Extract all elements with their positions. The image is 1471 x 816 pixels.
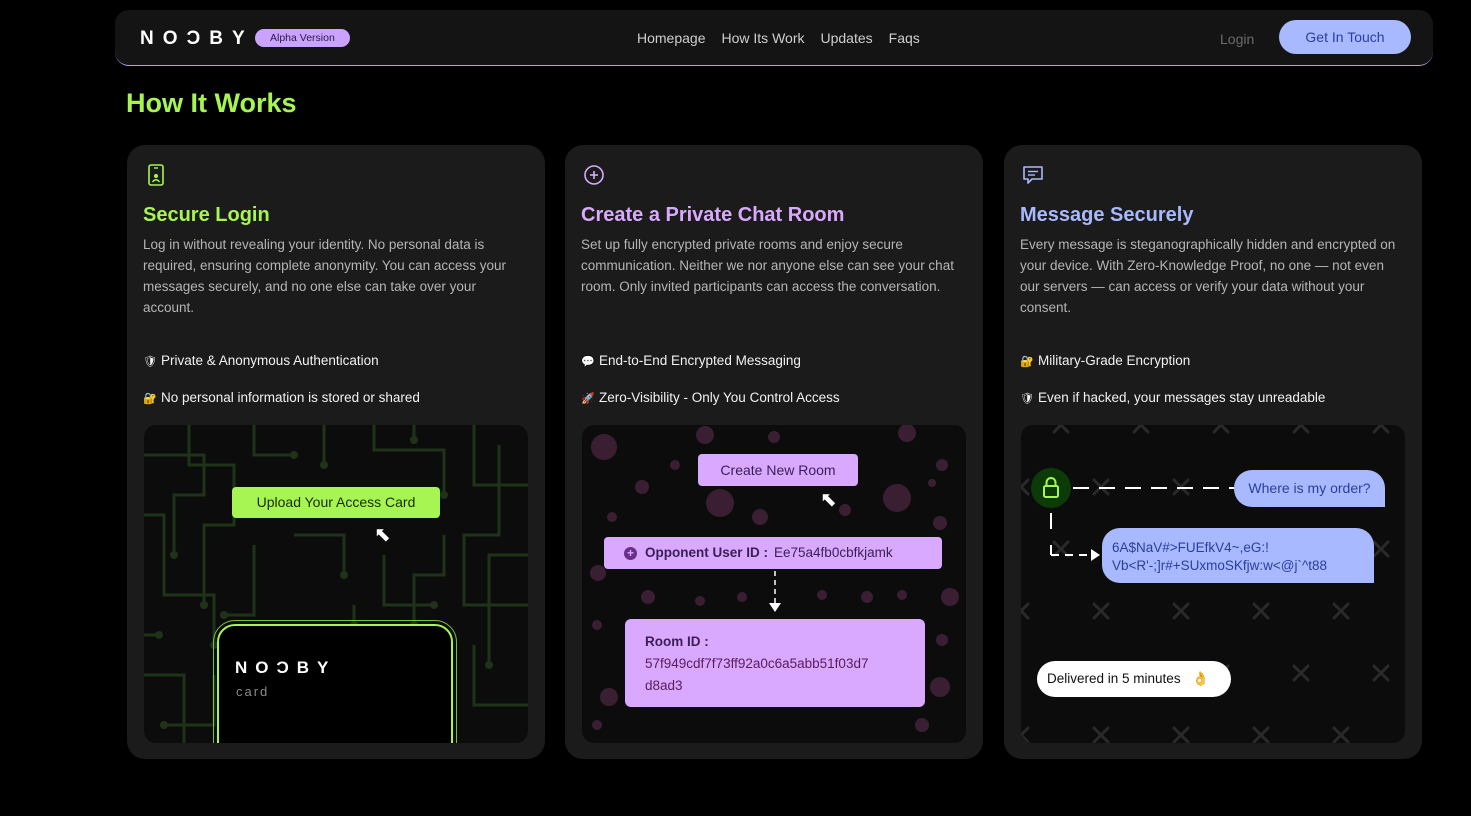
feature-item: 🛡 Even if hacked, your messages stay unre…	[1020, 389, 1325, 408]
access-card-logo: NOƆBY	[235, 658, 337, 677]
rocket-icon: 🚀	[581, 393, 595, 405]
feature-text: Even if hacked, your messages stay unrea…	[1038, 390, 1326, 405]
login-illustration: Upload Your Access Card ⬉ NOƆBY card	[144, 425, 528, 743]
delivered-status: Delivered in 5 minutes 👌	[1037, 661, 1231, 697]
encrypted-message-bubble: 6A$NaV#>FUEfkV4~,eG:! Vb<R'-;]r#+SUxmoSKf…	[1102, 528, 1374, 583]
delivered-text: Delivered in 5 minutes	[1047, 671, 1181, 686]
opponent-user-id-field[interactable]: + Opponent User ID : Ee75a4fb0cbfkjamk	[604, 537, 942, 569]
plus-icon: +	[624, 546, 637, 560]
top-nav: NOƆBY Alpha Version Homepage How Its Wor…	[115, 10, 1433, 66]
nav-menu: Homepage How Its Work Updates Faqs	[637, 29, 920, 47]
speech-bubble-icon: 💬	[581, 356, 595, 368]
chat-room-illustration: Create New Room ⬉ + Opponent User ID : Ee7…	[582, 425, 966, 743]
feature-text: End-to-End Encrypted Messaging	[599, 353, 801, 368]
create-new-room-button[interactable]: Create New Room	[698, 454, 858, 486]
click-cursor-icon: ⬉	[374, 524, 391, 546]
feature-item: 🔐 Military-Grade Encryption	[1020, 352, 1190, 371]
opponent-label: Opponent User ID :	[645, 545, 769, 560]
card-description: Every message is steganographically hidd…	[1020, 237, 1396, 315]
card-description: Log in without revealing your identity. …	[143, 237, 506, 315]
card-title: Create a Private Chat Room	[581, 204, 845, 226]
feature-item: 🚀 Zero-Visibility - Only You Control Acce…	[581, 389, 840, 408]
card-title: Secure Login	[143, 204, 270, 226]
alpha-badge: Alpha Version	[255, 29, 350, 47]
encrypted-line: 6A$NaV#>FUEfkV4~,eG:!	[1112, 540, 1269, 555]
access-card: NOƆBY card	[213, 620, 457, 743]
opponent-value: Ee75a4fb0cbfkjamk	[774, 545, 893, 560]
feature-text: Private & Anonymous Authentication	[161, 353, 379, 368]
messaging-illustration: Where is my order? 6A$NaV#>FUEfkV4~,eG:!…	[1021, 425, 1405, 743]
logo[interactable]: NOƆBY	[140, 29, 254, 49]
nav-link-homepage[interactable]: Homepage	[637, 29, 706, 47]
chat-bubble-icon	[1023, 166, 1043, 184]
card-private-chat-room: Create a Private Chat Room Set up fully …	[565, 145, 983, 759]
shield-icon: 🛡	[143, 356, 157, 368]
room-id-value: d8ad3	[645, 678, 683, 693]
feature-item: 🔐 No personal information is stored or sh…	[143, 389, 420, 408]
feature-item: 🛡 Private & Anonymous Authentication	[143, 352, 379, 371]
nav-link-faqs[interactable]: Faqs	[889, 29, 920, 47]
feature-text: Zero-Visibility - Only You Control Acces…	[599, 390, 840, 405]
feature-text: Military-Grade Encryption	[1038, 353, 1191, 368]
access-card-subtitle: card	[236, 684, 270, 699]
phone-id-icon	[148, 164, 164, 186]
nav-link-how-its-work[interactable]: How Its Work	[722, 29, 805, 47]
upload-access-card-button[interactable]: Upload Your Access Card	[232, 487, 440, 518]
card-title: Message Securely	[1020, 204, 1194, 226]
login-link[interactable]: Login	[1220, 30, 1254, 48]
message-bubble: Where is my order?	[1234, 470, 1385, 507]
plus-circle-icon	[584, 165, 604, 185]
shield-icon: 🛡	[1020, 393, 1034, 405]
page-title: How It Works	[126, 88, 297, 118]
nav-link-updates[interactable]: Updates	[820, 29, 872, 47]
click-cursor-icon: ⬉	[820, 489, 837, 511]
room-id-box: Room ID : 57f949cdf7f73ff92a0c6a5abb51f0…	[625, 619, 925, 707]
lock-key-icon: 🔐	[143, 393, 157, 405]
card-message-securely: Message Securely Every message is stegan…	[1004, 145, 1422, 759]
get-in-touch-button[interactable]: Get In Touch	[1279, 20, 1411, 54]
feature-text: No personal information is stored or sha…	[161, 390, 420, 405]
card-description: Set up fully encrypted private rooms and…	[581, 237, 954, 294]
feature-item: 💬 End-to-End Encrypted Messaging	[581, 352, 801, 371]
room-id-label: Room ID :	[645, 634, 709, 649]
ok-hand-icon: 👌	[1192, 671, 1210, 686]
encrypted-line: Vb<R'-;]r#+SUxmoSKfjw:w<@j`^t88	[1112, 558, 1328, 573]
lock-icon	[1031, 468, 1071, 508]
room-id-value: 57f949cdf7f73ff92a0c6a5abb51f03d7	[645, 656, 869, 671]
card-secure-login: Secure Login Log in without revealing yo…	[127, 145, 545, 759]
lock-key-icon: 🔐	[1020, 356, 1034, 368]
